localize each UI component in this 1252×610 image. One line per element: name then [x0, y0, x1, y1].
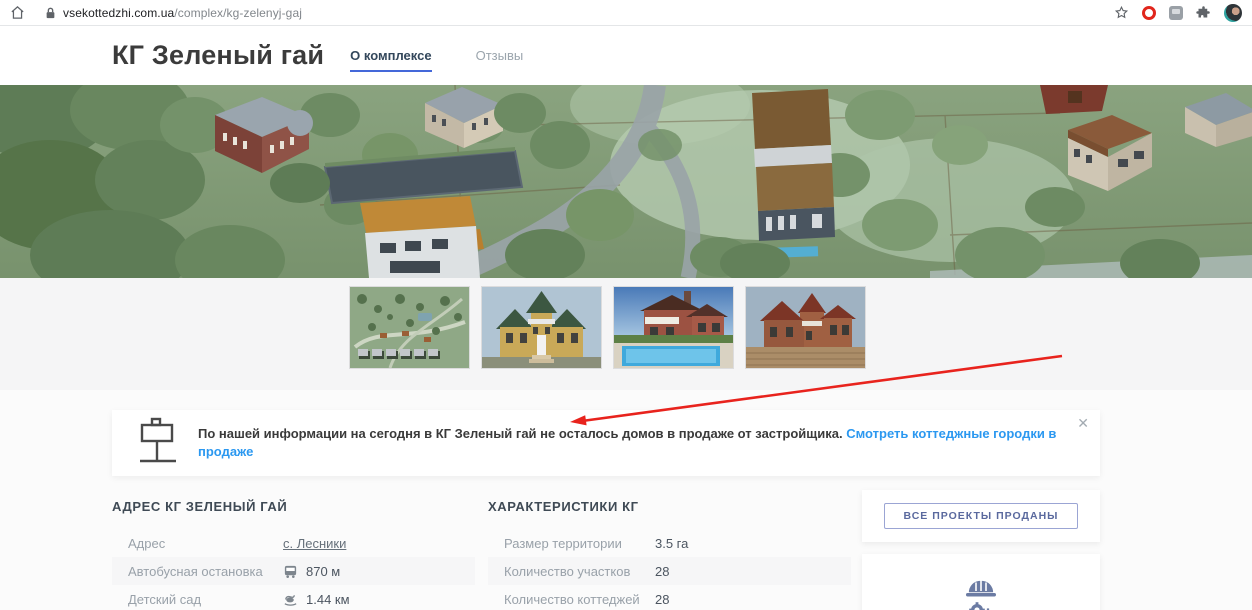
address-heading: АДРЕС КГ ЗЕЛЕНЫЙ ГАЙ: [112, 499, 475, 514]
sold-out-notice: По нашей информации на сегодня в КГ Зеле…: [112, 410, 1100, 476]
construction-helmet-icon: [963, 576, 999, 610]
table-row-bus-stop: Автобусная остановка 870 м: [112, 557, 475, 585]
thumbnail-pool-house[interactable]: [614, 287, 733, 368]
page-header: КГ Зеленый гай О комплексе Отзывы: [0, 26, 1252, 85]
main-content: По нашей информации на сегодня в КГ Зеле…: [112, 410, 1100, 610]
hero-image[interactable]: [0, 85, 1252, 278]
close-icon[interactable]: ✕: [1077, 416, 1089, 430]
address-section: АДРЕС КГ ЗЕЛЕНЫЙ ГАЙ Адрес с. Лесники Ав…: [112, 499, 475, 610]
tab-reviews[interactable]: Отзывы: [476, 48, 524, 72]
thumbnail-brick-house[interactable]: [746, 287, 865, 368]
lock-icon: [45, 7, 56, 19]
developer-card: [862, 554, 1100, 610]
opera-extension-icon[interactable]: [1142, 6, 1156, 20]
thumbnail-yellow-house[interactable]: [482, 287, 601, 368]
village-link[interactable]: с. Лесники: [283, 536, 346, 551]
table-row-kindergarten: Детский сад 1.44 км: [112, 585, 475, 610]
browser-toolbar: vsekottedzhi.com.ua/complex/kg-zelenyj-g…: [0, 0, 1252, 26]
sold-card: ВСЕ ПРОЕКТЫ ПРОДАНЫ: [862, 490, 1100, 542]
address-bar[interactable]: vsekottedzhi.com.ua/complex/kg-zelenyj-g…: [45, 6, 1114, 20]
characteristics-section: ХАРАКТЕРИСТИКИ КГ Размер территории 3.5 …: [488, 499, 851, 610]
notice-text: По нашей информации на сегодня в КГ Зеле…: [198, 425, 1074, 460]
sidebar-column: ВСЕ ПРОЕКТЫ ПРОДАНЫ: [862, 490, 1100, 610]
bookmark-star-icon[interactable]: [1114, 5, 1129, 20]
tabs: О комплексе Отзывы: [350, 48, 523, 72]
puzzle-extensions-icon[interactable]: [1196, 5, 1211, 20]
thumbnail-masterplan[interactable]: [350, 287, 469, 368]
tab-about-complex[interactable]: О комплексе: [350, 48, 431, 72]
table-row-plots: Количество участков 28: [488, 557, 851, 585]
all-projects-sold-button[interactable]: ВСЕ ПРОЕКТЫ ПРОДАНЫ: [884, 503, 1078, 529]
table-row-address: Адрес с. Лесники: [112, 529, 475, 557]
url-text: vsekottedzhi.com.ua/complex/kg-zelenyj-g…: [63, 6, 302, 20]
home-icon[interactable]: [10, 5, 25, 20]
kindergarten-icon: [283, 592, 298, 607]
thumbnail-strip: [0, 278, 1252, 390]
table-row-territory: Размер территории 3.5 га: [488, 529, 851, 557]
profile-avatar[interactable]: [1224, 4, 1242, 22]
characteristics-heading: ХАРАКТЕРИСТИКИ КГ: [488, 499, 851, 514]
extension-icon[interactable]: [1169, 6, 1183, 20]
page-title: КГ Зеленый гай: [112, 40, 324, 71]
bus-icon: [283, 564, 298, 579]
table-row-cottages: Количество коттеджей 28: [488, 585, 851, 610]
billboard-icon: [138, 417, 178, 470]
